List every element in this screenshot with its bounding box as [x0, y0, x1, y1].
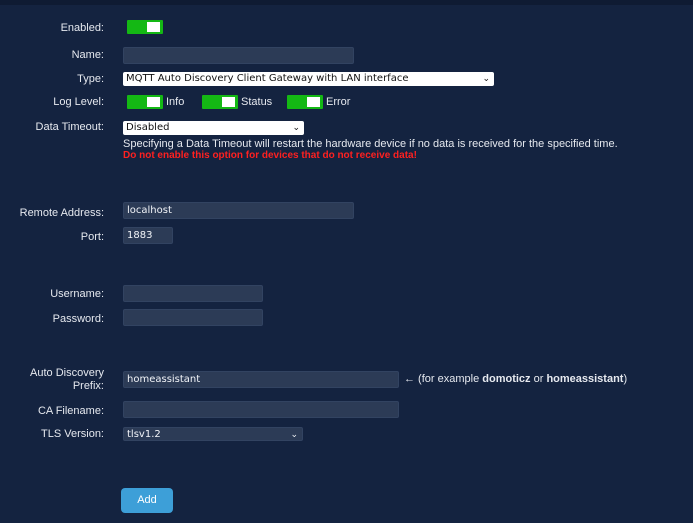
data-timeout-warning: Do not enable this option for devices th… — [123, 150, 417, 161]
auto-discovery-label: Auto Discovery Prefix: — [30, 367, 104, 393]
toggle-knob — [147, 22, 160, 32]
name-label: Name: — [71, 49, 104, 61]
note-example-homeassistant: homeassistant — [546, 373, 624, 385]
log-info-label: Info — [166, 96, 185, 108]
data-timeout-help: Specifying a Data Timeout will restart t… — [123, 138, 618, 162]
tls-version-value: tlsv1.2 — [127, 429, 161, 440]
username-label: Username: — [50, 288, 104, 300]
data-timeout-label: Data Timeout: — [35, 121, 104, 133]
password-label: Password: — [52, 313, 104, 325]
log-info-toggle[interactable] — [127, 95, 163, 109]
toggle-knob — [222, 97, 235, 107]
chevron-down-icon: ⌄ — [290, 430, 298, 440]
log-error-label: Error — [326, 96, 351, 108]
ca-filename-label: CA Filename: — [37, 405, 104, 417]
enabled-toggle[interactable] — [127, 20, 163, 34]
type-label: Type: — [77, 73, 104, 85]
remote-address-field[interactable]: localhost — [123, 202, 354, 219]
log-status-label: Status — [241, 96, 273, 108]
log-status-toggle[interactable] — [202, 95, 238, 109]
auto-discovery-note: ← (for example domoticz or homeassistant… — [404, 373, 627, 386]
port-label: Port: — [80, 231, 104, 243]
port-field[interactable]: 1883 — [123, 227, 173, 244]
enabled-label: Enabled: — [60, 22, 104, 34]
name-field[interactable] — [123, 47, 354, 64]
data-timeout-select[interactable]: Disabled ⌄ — [123, 121, 304, 135]
note-suffix: ) — [623, 373, 628, 385]
data-timeout-value: Disabled — [126, 122, 170, 133]
toggle-knob — [307, 97, 320, 107]
log-level-label: Log Level: — [53, 96, 104, 108]
password-field[interactable] — [123, 309, 263, 326]
username-field[interactable] — [123, 285, 263, 302]
auto-discovery-label-line1: Auto Discovery — [30, 367, 104, 379]
note-or: or — [530, 373, 547, 385]
ca-filename-field[interactable] — [123, 401, 399, 418]
add-button[interactable]: Add — [121, 488, 173, 513]
remote-address-label: Remote Address: — [19, 207, 104, 219]
data-timeout-help-text: Specifying a Data Timeout will restart t… — [123, 138, 618, 150]
tls-version-select[interactable]: tlsv1.2 ⌄ — [123, 427, 303, 441]
auto-discovery-prefix-field[interactable]: homeassistant — [123, 371, 399, 388]
top-bar — [0, 0, 693, 5]
log-error-toggle[interactable] — [287, 95, 323, 109]
type-select[interactable]: MQTT Auto Discovery Client Gateway with … — [123, 72, 494, 86]
chevron-down-icon: ⌄ — [292, 123, 300, 133]
toggle-knob — [147, 97, 160, 107]
note-prefix: ← (for example — [404, 373, 483, 385]
tls-version-label: TLS Version: — [41, 428, 104, 440]
type-select-value: MQTT Auto Discovery Client Gateway with … — [126, 73, 409, 84]
auto-discovery-label-line2: Prefix: — [72, 380, 104, 392]
note-example-domoticz: domoticz — [482, 373, 531, 385]
chevron-down-icon: ⌄ — [482, 74, 490, 84]
